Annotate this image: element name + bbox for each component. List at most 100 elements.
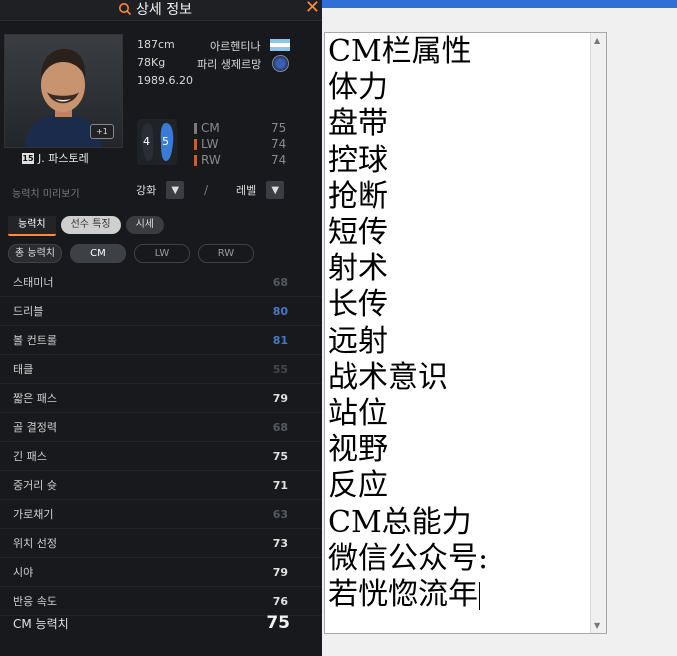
stat-row: 중거리 슛 71: [0, 471, 322, 500]
player-photo: +1: [4, 34, 123, 148]
text-line: CM栏属性: [328, 34, 472, 69]
stat-value: 55: [272, 362, 288, 376]
text-line: 视野: [328, 432, 388, 468]
position-row-rw: RW 74: [194, 152, 286, 168]
position-ratings: CM 75 LW 74 RW 74: [194, 120, 286, 168]
stat-name: 태클: [13, 363, 34, 376]
stat-name: 반응 속도: [13, 595, 57, 608]
position-bar: [194, 122, 197, 134]
stat-value: 63: [272, 507, 288, 521]
stat-row: 골 결정력 68: [0, 413, 322, 442]
detail-tabs: 능력치 선수 특징 시세: [8, 216, 164, 236]
text-line-last: 若恍惚流年: [328, 577, 590, 613]
text-line: 反应: [328, 468, 388, 504]
total-rating-value: 75: [266, 613, 290, 633]
stat-value: 75: [272, 449, 288, 463]
text-line: CM总能力: [328, 504, 472, 540]
stat-name: 중거리 슛: [13, 479, 57, 492]
dropdown-separator: /: [204, 183, 209, 197]
position-bar: [194, 138, 197, 150]
position-name: RW: [201, 153, 221, 167]
text-line: 长传: [328, 287, 388, 323]
stat-name: 골 결정력: [13, 421, 57, 434]
player-name-row: 15 J. 파스토레: [22, 150, 89, 166]
text-line: 站位: [328, 396, 388, 432]
filter-cm[interactable]: CM: [69, 244, 126, 263]
argentina-flag-icon: [270, 39, 290, 51]
position-value: 74: [271, 153, 287, 167]
stat-row: 위치 선정 73: [0, 529, 322, 558]
position-row-lw: LW 74: [194, 136, 286, 152]
position-bar: [194, 154, 197, 166]
left-foot-value: 4: [143, 135, 150, 148]
stat-row: 짧은 패스 79: [0, 384, 322, 413]
stat-value: 71: [272, 478, 288, 492]
tab-stats[interactable]: 능력치: [8, 216, 56, 236]
player-birthdate: 1989.6.20: [137, 74, 193, 87]
text-line: 盘带: [328, 106, 388, 142]
stat-preview-label: 능력치 미리보기: [12, 189, 80, 200]
club-badge-icon: [272, 55, 289, 72]
text-line: 远射: [328, 323, 388, 359]
stat-name: 짧은 패스: [13, 392, 57, 405]
stat-row: 드리블 80: [0, 297, 322, 326]
stat-value: 80: [272, 304, 288, 318]
filter-total-stats[interactable]: 총 능력치: [8, 244, 62, 263]
stat-value: 73: [272, 536, 288, 550]
notepad-text[interactable]: CM栏属性 体力 盘带 控球 抢断 短传 射术 长传 远射 战术意识 站位 视野…: [328, 34, 590, 613]
position-filter: 총 능력치 CM LW RW: [8, 244, 254, 263]
stat-row: 시야 79: [0, 558, 322, 587]
stat-name: 위치 선정: [13, 537, 57, 550]
filter-lw[interactable]: LW: [133, 244, 190, 263]
scroll-down-arrow-icon[interactable]: ▼: [594, 621, 600, 630]
vertical-scrollbar[interactable]: ▲ ▼: [590, 33, 606, 633]
stats-list: 스태미너 68 드리블 80 볼 컨트롤 81 태클 55 짧은 패스 79 골 결정력 6…: [0, 268, 322, 616]
foot-ability: 4 5: [137, 119, 177, 165]
player-name: J. 파스토레: [38, 152, 89, 165]
search-icon: [119, 3, 132, 16]
text-line: 微信公众号:: [328, 540, 489, 576]
stat-name: 시야: [13, 566, 34, 579]
stat-value: 81: [272, 333, 288, 347]
stat-value: 68: [272, 275, 288, 289]
notepad-editor[interactable]: CM栏属性 体力 盘带 控球 抢断 短传 射术 长传 远射 战术意识 站位 视野…: [324, 32, 607, 634]
scroll-up-arrow-icon[interactable]: ▲: [594, 36, 600, 45]
filter-rw[interactable]: RW: [197, 244, 254, 263]
chevron-down-icon: ▼: [266, 181, 285, 199]
stat-row: 태클 55: [0, 355, 322, 384]
position-name: LW: [201, 137, 219, 151]
stat-value: 68: [272, 420, 288, 434]
window-title-bar: [322, 0, 677, 8]
enhance-dropdown[interactable]: 강화 ▼: [136, 180, 185, 200]
position-row-cm: CM 75: [194, 120, 286, 136]
stat-row: 긴 패스 75: [0, 442, 322, 471]
stat-row: 스태미너 68: [0, 268, 322, 297]
chevron-down-icon: ▼: [166, 181, 185, 199]
level-dropdown-label: 레벨: [236, 184, 257, 197]
enhance-dropdown-label: 강화: [136, 184, 157, 197]
stat-row: 볼 컨트롤 81: [0, 326, 322, 355]
text-line: 战术意识: [328, 359, 448, 395]
player-height: 187cm: [137, 38, 175, 51]
stat-row: 가로채기 63: [0, 500, 322, 529]
text-line: 短传: [328, 215, 388, 251]
player-nationality: 아르헨티나: [210, 40, 261, 53]
tab-market-price[interactable]: 시세: [125, 216, 164, 234]
stat-name: 긴 패스: [13, 450, 47, 463]
close-button[interactable]: ✕: [305, 0, 320, 18]
text-line: 若恍惚流年: [328, 577, 478, 613]
text-line: 射术: [328, 251, 388, 287]
text-caret: [479, 582, 480, 611]
stat-name: 볼 컨트롤: [13, 334, 57, 347]
tab-player-traits[interactable]: 선수 특징: [60, 216, 121, 234]
position-value: 74: [271, 137, 287, 151]
text-line: 体力: [328, 70, 388, 106]
player-detail-panel: 상세 정보 ✕ +1 187cm 78Kg 1989.6.20 아르헨티나 파리…: [0, 0, 322, 656]
stat-value: 79: [272, 565, 288, 579]
player-club: 파리 생제르망: [197, 58, 262, 71]
position-value: 75: [271, 121, 287, 135]
level-dropdown[interactable]: 레벨 ▼: [236, 180, 285, 200]
right-foot-value: 5: [162, 135, 169, 148]
text-line: 控球: [328, 142, 388, 178]
stat-name: 가로채기: [13, 508, 54, 521]
